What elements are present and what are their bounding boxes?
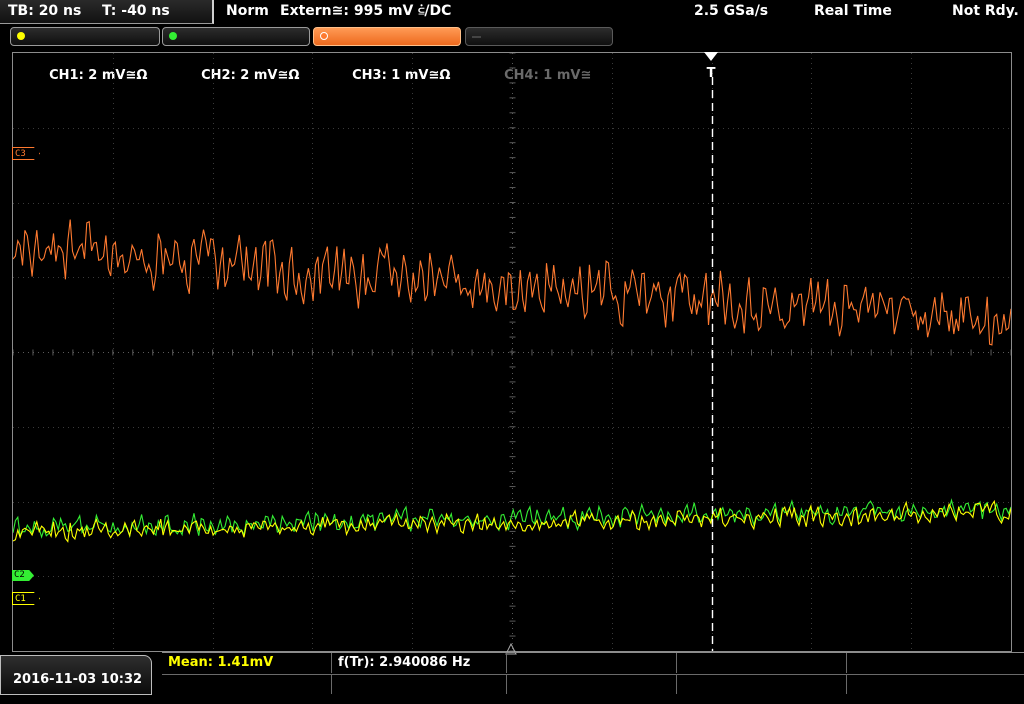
measurement-mean[interactable]: Mean: 1.41mV (162, 653, 332, 673)
ch2-marker-label: C2 (14, 570, 25, 580)
trace-ch1 (13, 499, 1011, 543)
trigger-time-value: T: -40 ns (102, 3, 170, 19)
measurement-slot-4[interactable] (677, 653, 847, 673)
timebase-panel[interactable]: TB: 20 ns T: -40 ns (0, 0, 214, 24)
channel-tab-ch1[interactable]: CH1: 2 mV≅Ω (10, 27, 160, 83)
ch2-indicator-icon (169, 32, 177, 40)
waveform-plot (13, 53, 1011, 651)
acquisition-mode: Norm (226, 3, 269, 19)
measurement-slot-7[interactable] (332, 674, 507, 694)
status-bar: TB: 20 ns T: -40 ns Norm Extern≅: 995 mV… (0, 0, 1024, 24)
trigger-panel[interactable]: Norm Extern≅: 995 mV ⫃/DC (218, 0, 698, 22)
time-mode: Real Time (814, 3, 892, 19)
sample-rate: 2.5 GSa/s (694, 3, 769, 19)
trigger-arrow-icon: T (704, 52, 718, 81)
measurement-slot-6[interactable] (162, 674, 332, 694)
trigger-marker-label: T (707, 66, 716, 80)
graticule (13, 53, 1011, 651)
waveform-display[interactable] (12, 52, 1012, 652)
measurement-slot-10[interactable] (847, 674, 1024, 694)
measurement-slot-9[interactable] (677, 674, 847, 694)
measurement-table[interactable]: Mean: 1.41mV f(Tr): 2.940086 Hz (162, 652, 1024, 695)
channel-tab-ch3[interactable]: CH3: 1 mV≅Ω (313, 27, 461, 83)
bottom-bar: 2016-11-03 10:32 Mean: 1.41mV f(Tr): 2.9… (0, 652, 1024, 695)
ch3-indicator-icon (320, 32, 328, 40)
channel-tab-ch4[interactable]: CH4: 1 mV≅ (465, 27, 613, 83)
measurement-frequency[interactable]: f(Tr): 2.940086 Hz (332, 653, 507, 673)
channel-tab-ch2[interactable]: CH2: 2 mV≅Ω (162, 27, 310, 83)
time-reference-icon (505, 640, 517, 655)
measurement-slot-8[interactable] (507, 674, 677, 694)
trigger-source: Extern≅: 995 mV ⫃/DC (280, 3, 452, 19)
measurement-slot-3[interactable] (507, 653, 677, 673)
channel-bar: CH1: 2 mV≅Ω CH2: 2 mV≅Ω CH3: 1 mV≅Ω CH4:… (0, 25, 1024, 83)
date-time: 2016-11-03 10:32 (0, 655, 152, 695)
ch1-marker-label: C1 (15, 594, 26, 604)
trigger-position-marker[interactable]: T (703, 52, 719, 81)
timebase-value: TB: 20 ns (8, 3, 82, 19)
ch1-indicator-icon (17, 32, 25, 40)
measurement-slot-5[interactable] (847, 653, 1024, 673)
ch4-disabled-icon (472, 36, 481, 38)
trigger-status: Not Rdy. (952, 3, 1019, 19)
ch3-marker-label: C3 (15, 149, 26, 159)
